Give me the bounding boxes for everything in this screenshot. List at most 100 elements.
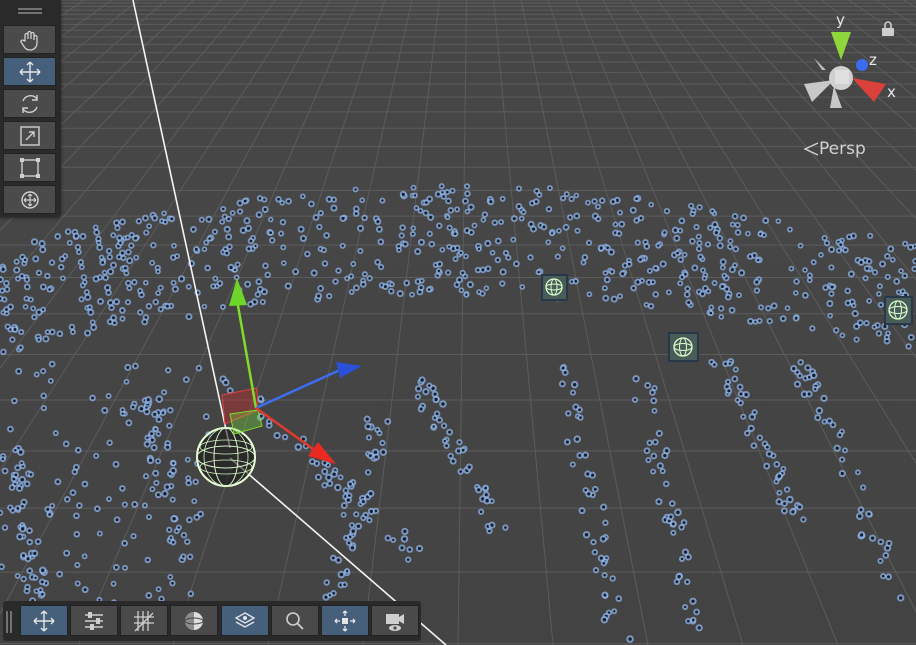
projection-toggle[interactable]: Persp bbox=[803, 139, 866, 159]
particle bbox=[19, 552, 27, 559]
particle bbox=[326, 592, 333, 599]
particle bbox=[842, 447, 848, 454]
particle bbox=[1, 524, 9, 531]
hand-icon bbox=[19, 30, 38, 51]
particle bbox=[0, 456, 6, 463]
transform-tool-button[interactable] bbox=[3, 185, 56, 214]
particle bbox=[12, 471, 20, 479]
particle bbox=[146, 456, 155, 465]
scene-view[interactable] bbox=[0, 0, 916, 645]
particle bbox=[229, 210, 236, 216]
particle bbox=[281, 434, 289, 441]
particle bbox=[464, 208, 471, 215]
orientation-gizmo[interactable]: y z x bbox=[790, 8, 916, 128]
drag-handle-icon[interactable] bbox=[5, 611, 13, 633]
particle bbox=[735, 292, 742, 299]
particle bbox=[19, 503, 26, 510]
particle bbox=[709, 208, 716, 215]
particle bbox=[765, 305, 772, 312]
light-probe-marker[interactable] bbox=[541, 274, 568, 301]
particle bbox=[863, 265, 871, 272]
search-overlay-button[interactable] bbox=[271, 605, 319, 636]
particle bbox=[113, 564, 120, 571]
particle bbox=[170, 515, 178, 523]
particle bbox=[787, 226, 793, 233]
layers-overlay-button[interactable] bbox=[221, 605, 269, 636]
particle bbox=[312, 214, 320, 221]
particle bbox=[621, 262, 629, 269]
drag-handle-icon[interactable] bbox=[18, 7, 42, 15]
light-probe-marker[interactable] bbox=[884, 296, 913, 325]
focus-overlay-button[interactable] bbox=[321, 605, 369, 636]
particle bbox=[695, 624, 703, 632]
particle bbox=[174, 253, 180, 260]
particle bbox=[573, 192, 580, 199]
particle bbox=[69, 489, 77, 497]
particle bbox=[142, 473, 150, 480]
particle bbox=[348, 289, 355, 295]
particle bbox=[601, 572, 608, 579]
shading-overlay-button[interactable] bbox=[170, 605, 218, 636]
particle bbox=[192, 478, 199, 485]
particle bbox=[260, 288, 268, 296]
particle bbox=[602, 294, 610, 302]
y-axis-label: y bbox=[836, 11, 845, 29]
camera-icon bbox=[386, 613, 404, 631]
particle bbox=[201, 246, 208, 253]
particle bbox=[857, 506, 865, 514]
particle bbox=[828, 290, 835, 297]
particle bbox=[185, 313, 193, 321]
particle bbox=[810, 259, 817, 266]
settings-overlay-button[interactable] bbox=[70, 605, 118, 636]
selected-sphere[interactable] bbox=[196, 427, 256, 487]
particle bbox=[396, 247, 402, 253]
particle bbox=[510, 215, 518, 223]
particle bbox=[261, 205, 269, 213]
particle bbox=[439, 400, 447, 408]
particle bbox=[427, 213, 435, 221]
particle bbox=[3, 306, 10, 313]
particle bbox=[484, 239, 492, 247]
particle bbox=[491, 219, 499, 226]
particle bbox=[9, 336, 16, 343]
particle bbox=[157, 284, 164, 291]
particle bbox=[456, 276, 463, 284]
scene-canvas[interactable] bbox=[0, 0, 916, 645]
light-probe-marker[interactable] bbox=[668, 332, 699, 362]
camera-overlay-button[interactable] bbox=[371, 605, 419, 636]
particle bbox=[746, 253, 754, 260]
particle bbox=[330, 204, 338, 212]
particle bbox=[426, 382, 433, 389]
particle bbox=[806, 277, 813, 284]
particle bbox=[719, 258, 727, 266]
particle bbox=[145, 302, 153, 310]
rect-tool-button[interactable] bbox=[3, 153, 56, 182]
particle bbox=[24, 583, 31, 591]
particle bbox=[42, 335, 50, 343]
particle bbox=[132, 362, 139, 370]
particle bbox=[734, 229, 742, 236]
hand-tool-button[interactable] bbox=[3, 25, 56, 54]
particle bbox=[259, 298, 266, 306]
particle bbox=[783, 486, 791, 493]
particle bbox=[304, 250, 311, 258]
scale-tool-button[interactable] bbox=[3, 121, 56, 150]
move-tool-button[interactable] bbox=[3, 57, 56, 86]
particle bbox=[163, 483, 171, 491]
particle bbox=[689, 237, 696, 245]
particle bbox=[615, 595, 623, 602]
grid-overlay-button[interactable] bbox=[120, 605, 168, 636]
particle bbox=[11, 397, 18, 405]
lock-icon[interactable] bbox=[881, 21, 895, 37]
move-overlay-button[interactable] bbox=[20, 605, 68, 636]
particle bbox=[556, 227, 562, 234]
particle bbox=[185, 475, 192, 482]
particle bbox=[63, 496, 71, 503]
particle bbox=[310, 269, 318, 277]
particle bbox=[696, 204, 703, 211]
particle bbox=[725, 387, 733, 395]
rotate-tool-button[interactable] bbox=[3, 89, 56, 118]
particle bbox=[558, 380, 566, 388]
particle bbox=[93, 228, 101, 236]
particle bbox=[689, 210, 696, 217]
